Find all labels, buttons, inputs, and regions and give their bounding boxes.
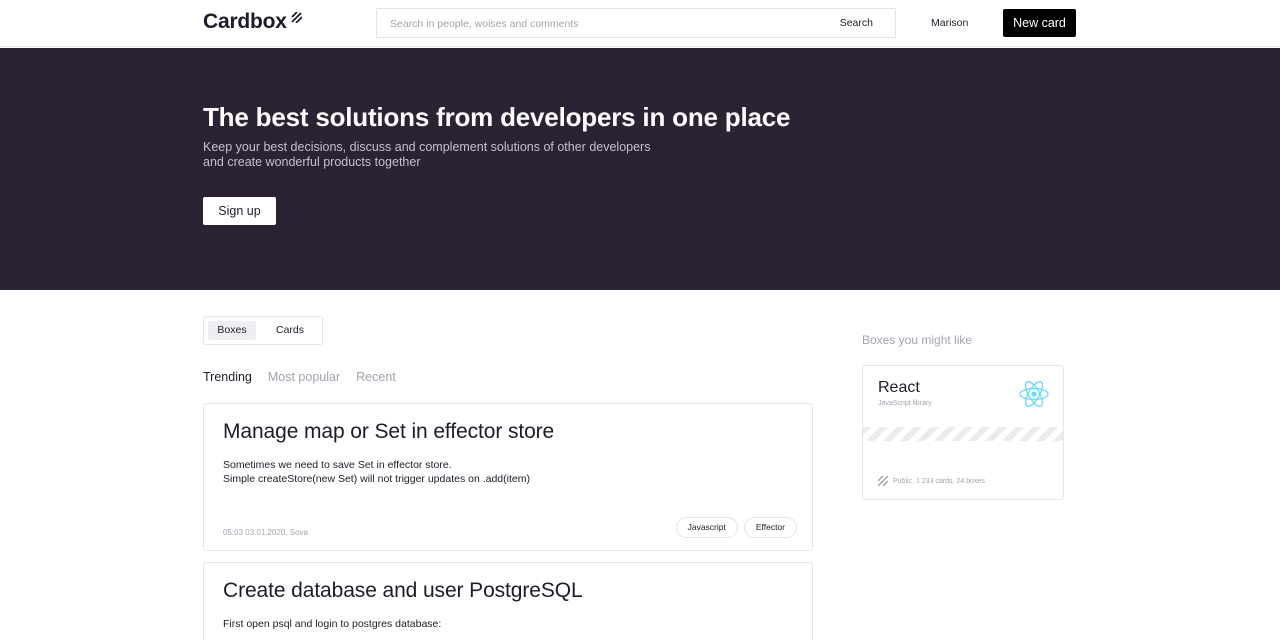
box-name: React — [878, 379, 920, 396]
user-profile-link[interactable]: Marison — [931, 17, 968, 29]
hero-subtitle-line-1: Keep your best decisions, discuss and co… — [203, 140, 651, 154]
switch-boxes[interactable]: Boxes — [208, 321, 256, 340]
card-item[interactable]: Create database and user PostgreSQL Firs… — [203, 562, 813, 640]
search-input[interactable] — [390, 15, 820, 33]
sign-up-button[interactable]: Sign up — [203, 197, 276, 225]
logo-text: Cardbox — [203, 10, 287, 33]
box-stripe-decoration — [863, 427, 1063, 441]
card-title[interactable]: Manage map or Set in effector store — [223, 420, 554, 444]
logo[interactable]: Cardbox — [203, 10, 302, 34]
tab-most-popular[interactable]: Most popular — [268, 370, 340, 388]
stripes-icon — [878, 476, 888, 486]
tab-recent[interactable]: Recent — [356, 370, 396, 388]
box-stats: Public, 1 233 cards, 24 boxes — [893, 477, 985, 485]
new-card-button[interactable]: New card — [1003, 9, 1076, 37]
card-body-line: Simple createStore(new Set) will not tri… — [223, 473, 530, 485]
card-item[interactable]: Manage map or Set in effector store Some… — [203, 403, 813, 551]
box-card-react[interactable]: React JavaScript library Public, 1 233 c… — [862, 365, 1064, 500]
box-footer: Public, 1 233 cards, 24 boxes — [878, 476, 985, 486]
card-body-line: First open psql and login to postgres da… — [223, 618, 442, 630]
search-button[interactable]: Search — [840, 17, 873, 29]
card-meta: 05:03 03.01.2020, Sova — [223, 528, 308, 537]
feed-tabs: Trending Most popular Recent — [203, 370, 396, 388]
view-switcher: Boxes Cards — [203, 316, 323, 345]
tab-trending[interactable]: Trending — [203, 370, 252, 388]
switch-cards[interactable]: Cards — [266, 321, 314, 340]
tag-javascript[interactable]: Javascript — [675, 517, 738, 538]
hero-title: The best solutions from developers in on… — [203, 102, 791, 132]
search-box: Search — [376, 8, 896, 38]
hero-banner: The best solutions from developers in on… — [0, 48, 1280, 290]
card-body: Sometimes we need to save Set in effecto… — [223, 458, 530, 486]
sidebar-title: Boxes you might like — [862, 333, 973, 347]
logo-mark-icon — [291, 12, 302, 23]
card-body-line: Sometimes we need to save Set in effecto… — [223, 459, 452, 471]
hero-subtitle: Keep your best decisions, discuss and co… — [203, 140, 673, 170]
card-title[interactable]: Create database and user PostgreSQL — [223, 579, 583, 603]
react-icon — [1019, 380, 1049, 408]
card-tags: Javascript Effector — [675, 517, 797, 538]
box-subtitle: JavaScript library — [878, 400, 932, 407]
top-navbar: Cardbox Search Marison New card — [0, 0, 1280, 47]
card-body: First open psql and login to postgres da… — [223, 617, 441, 631]
tag-effector[interactable]: Effector — [743, 517, 797, 538]
hero-subtitle-line-2: and create wonderful products together — [203, 155, 421, 169]
